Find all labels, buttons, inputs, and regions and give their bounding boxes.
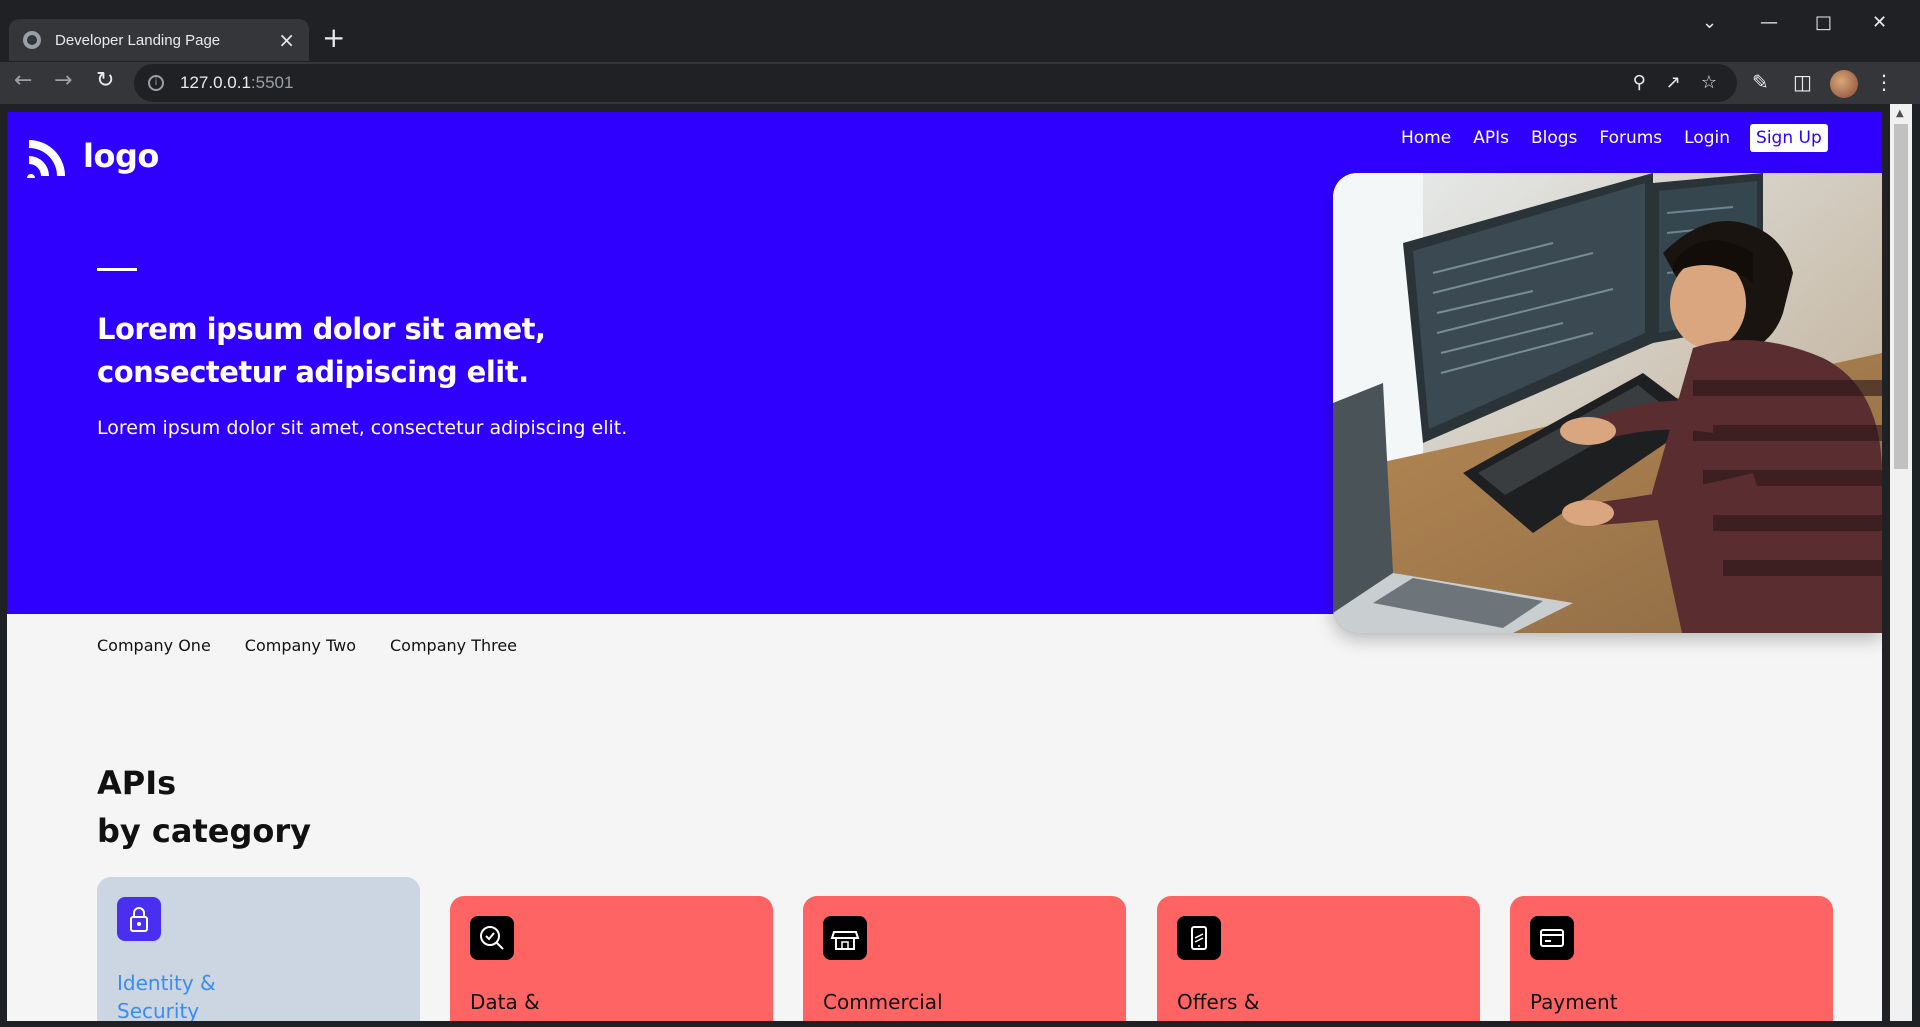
hero-title: Lorem ipsum dolor sit amet, consectetur …	[97, 312, 546, 389]
browser-tab[interactable]: Developer Landing Page ×	[9, 19, 309, 61]
rss-logo-icon	[27, 140, 65, 178]
side-panel-icon[interactable]: ◫	[1793, 70, 1812, 94]
back-icon[interactable]: ←	[14, 68, 32, 93]
hero-subtitle: Lorem ipsum dolor sit amet, consectetur …	[97, 417, 628, 439]
zoom-icon[interactable]: ⚲	[1633, 72, 1646, 93]
category-card-data[interactable]: Data &	[450, 896, 773, 1021]
nav-home[interactable]: Home	[1401, 128, 1451, 148]
hero-developer-photo	[1333, 173, 1882, 633]
category-label: Offers &	[1177, 990, 1260, 1014]
company-two: Company Two	[244, 636, 356, 655]
star-icon[interactable]: ☆	[1701, 72, 1717, 93]
globe-icon	[23, 31, 41, 49]
extensions-icon[interactable]: ✎	[1752, 70, 1769, 94]
nav-forums[interactable]: Forums	[1599, 128, 1662, 148]
scrollbar-thumb[interactable]	[1894, 124, 1908, 469]
tab-close-button[interactable]: ×	[278, 30, 295, 50]
scroll-up-icon[interactable]: ▲	[1896, 108, 1904, 119]
storefront-icon	[823, 916, 867, 960]
hero-accent-dash	[97, 268, 137, 271]
new-tab-button[interactable]: +	[322, 24, 345, 52]
nav-blogs[interactable]: Blogs	[1531, 128, 1577, 148]
company-logos: Company One Company Two Company Three	[97, 636, 517, 655]
main-nav: Home APIs Blogs Forums Login Sign Up	[1401, 124, 1850, 152]
menu-icon[interactable]: ⋮	[1874, 70, 1894, 94]
page-viewport: logo Home APIs Blogs Forums Login Sign U…	[7, 112, 1882, 1021]
category-card-commercial[interactable]: Commercial	[803, 896, 1126, 1021]
window-close-icon[interactable]: ✕	[1872, 12, 1887, 33]
category-label-line1: Identity &	[117, 971, 216, 995]
credit-card-icon	[1530, 916, 1574, 960]
category-label: Payment	[1530, 990, 1618, 1014]
magnifier-check-icon	[470, 916, 514, 960]
category-label: Data &	[470, 990, 540, 1014]
tab-title: Developer Landing Page	[55, 31, 221, 49]
category-label-line2: Security	[117, 999, 200, 1021]
phone-offer-icon	[1177, 916, 1221, 960]
lock-icon	[117, 897, 161, 941]
category-label: Commercial	[823, 990, 943, 1014]
logo-text: logo	[83, 137, 159, 175]
browser-toolbar: ← → ↻ i 127.0.0.1:5501 ⚲ ↗ ☆ ✎ ◫ ⋮	[0, 62, 1920, 104]
url-port: :5501	[250, 73, 294, 92]
reload-icon[interactable]: ↻	[96, 68, 114, 93]
site-logo[interactable]: logo	[27, 134, 159, 178]
profile-avatar[interactable]	[1830, 70, 1858, 98]
category-card-payment[interactable]: Payment	[1510, 896, 1833, 1021]
category-label: Identity & Security	[117, 969, 317, 1021]
signup-button[interactable]: Sign Up	[1750, 124, 1828, 152]
minimize-icon[interactable]: —	[1760, 12, 1778, 33]
site-info-icon[interactable]: i	[148, 75, 164, 91]
apis-section-title: APIs by category	[97, 759, 311, 855]
category-card-offers[interactable]: Offers &	[1157, 896, 1480, 1021]
section-title-line2: by category	[97, 812, 311, 850]
url-host: 127.0.0.1	[180, 73, 251, 92]
nav-login[interactable]: Login	[1684, 128, 1730, 148]
share-icon[interactable]: ↗	[1666, 72, 1681, 93]
maximize-icon[interactable]: □	[1815, 12, 1832, 33]
tab-search-icon[interactable]: ⌄	[1702, 12, 1717, 33]
company-one: Company One	[97, 636, 211, 655]
address-bar[interactable]: i 127.0.0.1:5501 ⚲ ↗ ☆	[134, 64, 1737, 102]
section-title-line1: APIs	[97, 764, 177, 802]
nav-apis[interactable]: APIs	[1473, 128, 1509, 148]
forward-icon[interactable]: →	[54, 68, 72, 93]
category-card-identity-security[interactable]: Identity & Security	[97, 877, 420, 1021]
company-three: Company Three	[389, 636, 518, 655]
page-scrollbar[interactable]: ▲	[1890, 104, 1912, 1021]
